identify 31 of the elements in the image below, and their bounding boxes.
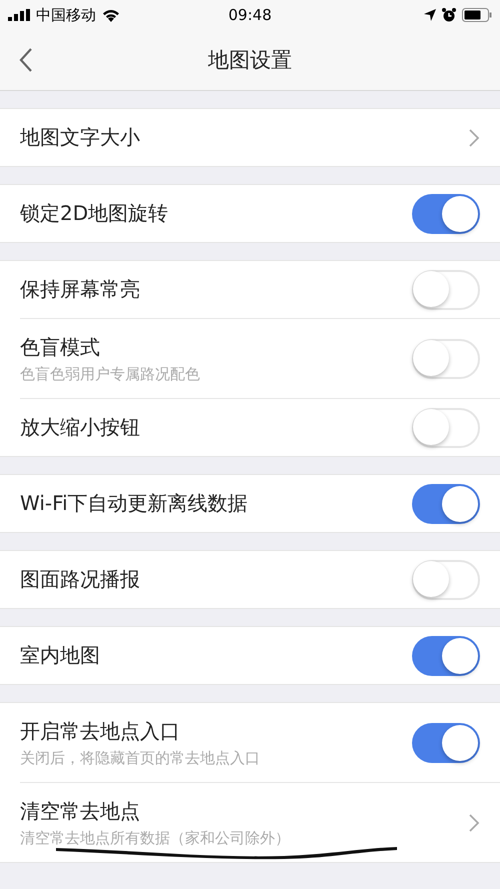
setting-description: 色盲色弱用户专属路况配色 (20, 364, 201, 384)
setting-label: 室内地图 (20, 642, 101, 669)
setting-label: 开启常去地点入口 (20, 718, 181, 744)
wifi-icon (102, 8, 120, 22)
signal-icon (8, 9, 30, 21)
battery-icon (462, 8, 492, 22)
toggle-switch[interactable] (412, 636, 480, 676)
setting-description: 清空常去地点所有数据（家和公司除外） (20, 828, 291, 848)
setting-label: 地图文字大小 (20, 124, 141, 151)
setting-label: 保持屏幕常亮 (20, 276, 141, 303)
toggle-switch[interactable] (412, 270, 480, 310)
toggle-switch[interactable] (412, 338, 480, 378)
toggle-switch[interactable] (412, 560, 480, 600)
setting-label: 清空常去地点 (20, 798, 141, 824)
setting-label: 锁定2D地图旋转 (20, 200, 170, 227)
setting-label: 图面路况播报 (20, 566, 141, 593)
toggle-switch[interactable] (412, 194, 480, 234)
setting-label: 色盲模式 (20, 334, 101, 360)
toggle-switch[interactable] (412, 722, 480, 762)
carrier-name: 中国移动 (36, 6, 96, 24)
page-title: 地图设置 (208, 47, 292, 74)
toggle-switch[interactable] (412, 484, 480, 524)
setting-label: Wi-Fi下自动更新离线数据 (20, 490, 249, 517)
chevron-right-icon[interactable] (468, 128, 480, 148)
status-time: 09:48 (228, 6, 272, 24)
setting-label: 放大缩小按钮 (20, 414, 141, 441)
toggle-switch[interactable] (412, 408, 480, 448)
setting-description: 关闭后，将隐藏首页的常去地点入口 (20, 748, 261, 768)
chevron-right-icon[interactable] (468, 812, 480, 832)
location-arrow-icon (424, 9, 436, 21)
alarm-clock-icon (442, 8, 456, 22)
